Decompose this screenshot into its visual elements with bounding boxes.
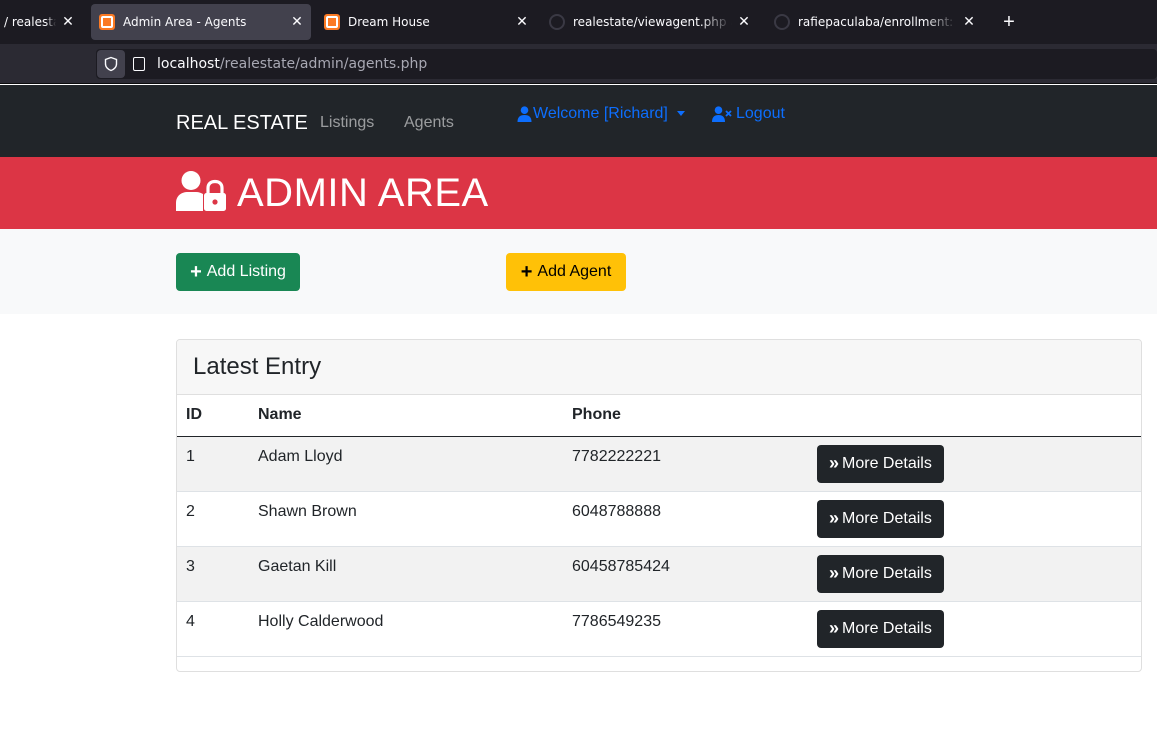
cell-name: Adam Lloyd [249,436,563,492]
tab-title: realestate/viewagent.php at main [573,15,732,29]
user-lock-icon [176,171,226,211]
cell-phone: 7786549235 [563,601,808,657]
cell-name: Gaetan Kill [249,546,563,602]
page-title: ADMIN AREA [237,171,489,215]
cell-id: 2 [177,491,249,547]
tracking-shield-button[interactable] [97,50,125,78]
cell-id: 1 [177,436,249,492]
table-row: 2 Shawn Brown 6048788888 » More Details [177,491,1141,547]
cell-action: » More Details [808,436,1141,492]
browser-tab[interactable]: Dream House ✕ [316,4,536,40]
table-row: 1 Adam Lloyd 7782222221 » More Details [177,436,1141,492]
chevron-double-right-icon: » [829,508,839,528]
card-header: Latest Entry [177,340,1141,395]
xampp-icon [99,14,115,30]
close-icon[interactable]: ✕ [60,14,76,30]
logout-label: Logout [736,105,785,122]
chevron-double-right-icon: » [829,618,839,638]
cell-action: » More Details [808,601,1141,657]
caret-down-icon [676,110,685,116]
cell-name: Holly Calderwood [249,601,563,657]
close-icon[interactable]: ✕ [289,14,305,30]
github-icon [549,14,565,30]
xampp-icon [324,14,340,30]
browser-tab[interactable]: / realestate ✕ [0,4,82,40]
github-icon [774,14,790,30]
column-header-id: ID [177,395,249,437]
table-header-row: ID Name Phone [177,395,1141,437]
more-details-label: More Details [842,454,932,472]
tab-title: rafiepaculaba/enrollment: a private [798,15,957,29]
url-text[interactable]: localhost/realestate/admin/agents.php [157,56,427,72]
more-details-button[interactable]: » More Details [817,499,944,538]
chevron-double-right-icon: » [829,453,839,473]
browser-tab-active[interactable]: Admin Area - Agents ✕ [91,4,311,40]
browser-tab[interactable]: realestate/viewagent.php at main ✕ [541,4,756,40]
more-details-label: More Details [842,619,932,637]
table-row: 3 Gaetan Kill 60458785424 » More Details [177,546,1141,602]
site-navbar: REAL ESTATE Listings Agents Welcome [Ric… [0,85,1157,157]
close-icon[interactable]: ✕ [736,14,752,30]
latest-entry-card: Latest Entry ID Name Phone 1 Adam Lloyd … [176,339,1142,672]
plus-icon: + [190,261,202,283]
url-host: localhost [157,56,220,72]
agents-table: ID Name Phone 1 Adam Lloyd 7782222221 » … [177,395,1141,657]
cell-name: Shawn Brown [249,491,563,547]
tab-title: Dream House [348,15,430,29]
cell-id: 3 [177,546,249,602]
table-row: 4 Holly Calderwood 7786549235 » More Det… [177,601,1141,657]
welcome-label: Welcome [Richard] [533,105,668,122]
cell-phone: 60458785424 [563,546,808,602]
cell-action: » More Details [808,491,1141,547]
chevron-double-right-icon: » [829,563,839,583]
more-details-button[interactable]: » More Details [817,554,944,593]
more-details-label: More Details [842,564,932,582]
cell-action: » More Details [808,546,1141,602]
more-details-button[interactable]: » More Details [817,444,944,483]
cell-phone: 6048788888 [563,491,808,547]
actions-strip: + Add Listing + Add Agent [0,229,1157,314]
plus-icon: + [520,261,533,283]
url-path: /realestate/admin/agents.php [219,56,428,72]
column-header-phone: Phone [563,395,808,437]
user-xmark-icon [712,106,732,122]
cell-phone: 7782222221 [563,436,808,492]
nav-agents-link[interactable]: Agents [404,114,454,132]
shield-icon [104,56,118,72]
more-details-label: More Details [842,509,932,527]
add-listing-label: Add Listing [206,263,286,280]
add-agent-label: Add Agent [537,263,612,280]
column-header-actions [808,395,1141,437]
new-tab-button[interactable]: + [998,10,1020,34]
column-header-name: Name [249,395,563,437]
close-icon[interactable]: ✕ [961,14,977,30]
tab-title: / realestate [4,15,56,29]
close-icon[interactable]: ✕ [514,14,530,30]
user-icon [517,106,532,122]
nav-listings-link[interactable]: Listings [320,114,374,132]
add-listing-button[interactable]: + Add Listing [176,253,300,291]
page-icon[interactable] [133,57,145,71]
welcome-dropdown[interactable]: Welcome [Richard] [517,105,685,123]
brand-link[interactable]: REAL ESTATE [176,112,308,135]
more-details-button[interactable]: » More Details [817,609,944,648]
browser-tab-bar: / realestate ✕ Admin Area - Agents ✕ Dre… [0,0,1157,44]
add-agent-button[interactable]: + Add Agent [506,253,626,291]
cell-id: 4 [177,601,249,657]
admin-banner: ADMIN AREA [0,157,1157,229]
card-title: Latest Entry [193,353,322,380]
tab-title: Admin Area - Agents [123,15,247,29]
logout-link[interactable]: Logout [712,105,785,123]
browser-tab[interactable]: rafiepaculaba/enrollment: a private ✕ [766,4,981,40]
